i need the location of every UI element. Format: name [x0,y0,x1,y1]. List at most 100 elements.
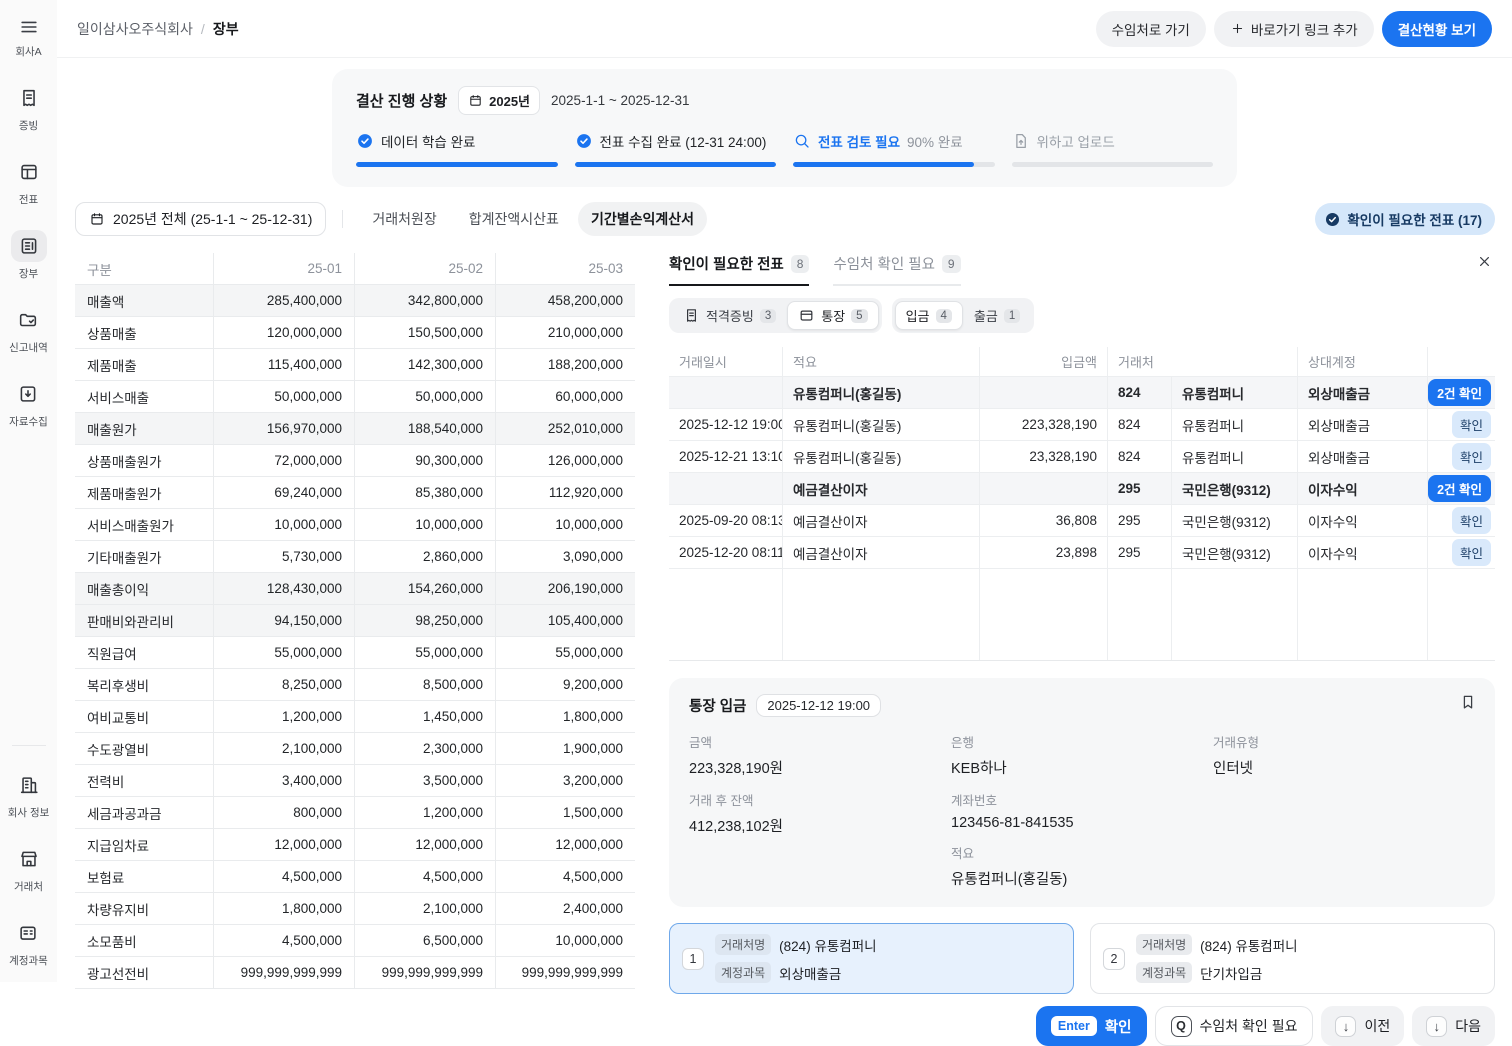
ledger-cell: 800,000 [213,797,354,828]
voucher-row[interactable]: 2025-09-20 08:13 예금결산이자 36,808 295 국민은행(… [669,505,1495,537]
progress-steps: 데이터 학습 완료 전표 수집 완료 (12-31 24:00) 전표 검토 필… [356,131,1213,167]
ledger-row-label: 판매비와관리비 [75,605,213,636]
next-button[interactable]: ↓ 다음 [1412,1006,1495,1046]
ledger-cell: 50,000,000 [213,381,354,412]
ledger-row-label: 상품매출 [75,317,213,348]
ledger-cell: 188,540,000 [354,413,495,444]
sidebar-item-company-info[interactable]: 회사 정보 [8,769,50,820]
suggestion-option-1[interactable]: 1 거래처명 (824) 유통컴퍼니 계정과목 외상매출금 [669,923,1074,994]
confirm-button[interactable]: 확인 [1452,539,1491,566]
go-client-button[interactable]: 수임처로 가기 [1096,11,1206,47]
year-selector-chip[interactable]: 2025년 [458,86,540,115]
enter-confirm-button[interactable]: Enter 확인 [1036,1006,1147,1046]
view-closing-status-button[interactable]: 결산현황 보기 [1382,11,1492,47]
filter-chip[interactable]: 출금 1 [963,301,1031,330]
add-shortcut-button[interactable]: 바로가기 링크 추가 [1214,11,1374,47]
top-header: 일이삼사오주식회사 / 장부 수임처로 가기 바로가기 링크 추가 결산현황 보… [57,0,1512,58]
detail-field: 적요 유통컴퍼니(홍길동) [951,843,1213,889]
voucher-desc: 예금결산이자 [783,537,980,568]
ledger-cell: 458,200,000 [495,285,635,316]
collect-icon [10,378,46,410]
client-check-needed-button[interactable]: Q 수임처 확인 필요 [1155,1006,1314,1046]
receipt-icon [683,307,700,324]
ledger-row-label: 여비교통비 [75,701,213,732]
col-datetime: 거래일시 [669,347,783,376]
voucher-table: 거래일시 적요 입금액 거래처 상대계정 유통컴퍼니(홍길동) 824 유통컴퍼… [669,347,1495,661]
sidebar-item-jeonpyo[interactable]: 전표 [11,156,47,207]
panel-tabs: 확인이 필요한 전표 8 수임처 확인 필요 9 [669,253,1495,286]
confirm-button[interactable]: 확인 [1452,411,1491,438]
date-range-chip[interactable]: 2025년 전체 (25-1-1 ~ 25-12-31) [75,202,326,236]
panel-tab-count: 9 [942,255,961,273]
prev-button[interactable]: ↓ 이전 [1321,1006,1404,1046]
ledger-view-tab[interactable]: 거래처원장 [359,202,449,236]
ledger-row: 제품매출 115,400,000 142,300,000 188,200,000 [75,349,635,381]
progress-step[interactable]: 전표 검토 필요 90% 완료 [793,131,995,167]
confirm-button[interactable]: 2건 확인 [1428,379,1491,406]
ledger-cell: 94,150,000 [213,605,354,636]
ledger-row: 매출총이익 128,430,000 154,260,000 206,190,00… [75,573,635,605]
passbook-icon [798,307,815,324]
ledger-cell: 1,450,000 [354,701,495,732]
ledger-row: 매출액 285,400,000 342,800,000 458,200,000 [75,285,635,317]
ledger-header-row: 구분 25-01 25-02 25-03 [75,253,635,285]
vouchers-need-check-badge[interactable]: 확인이 필요한 전표 (17) [1315,203,1495,235]
detail-field-value: 223,328,190원 [689,757,951,778]
sidebar-item-singo-naeyeok[interactable]: 신고내역 [9,304,48,355]
voucher-vendor: 국민은행(9312) [1172,537,1298,568]
voucher-row[interactable]: 예금결산이자 295 국민은행(9312) 이자수익 2건 확인 [669,473,1495,505]
sidebar-item-jaryo-sujip[interactable]: 자료수집 [9,378,48,429]
sidebar-item-jeungbing[interactable]: 증빙 [11,82,47,133]
ledger-cell: 2,100,000 [354,893,495,924]
sidebar-item-partners[interactable]: 거래처 [11,843,47,894]
ledger-table: 구분 25-01 25-02 25-03 매출액 285,400,000 342… [75,253,635,989]
bookmark-icon[interactable] [1459,693,1477,711]
ledger-cell: 156,970,000 [213,413,354,444]
panel-tab[interactable]: 수임처 확인 필요 9 [833,253,960,286]
panel-tab[interactable]: 확인이 필요한 전표 8 [669,253,809,286]
voucher-row[interactable]: 2025-12-12 19:00 유통컴퍼니(홍길동) 223,328,190 … [669,409,1495,441]
ledger-view-tab[interactable]: 합계잔액시산표 [456,202,572,236]
ledger-row-label: 제품매출 [75,349,213,380]
sidebar-item-jangbu[interactable]: 장부 [11,230,47,281]
ledger-cell: 2,300,000 [354,733,495,764]
ledger-cell: 4,500,000 [495,861,635,892]
calendar-icon [468,93,483,108]
ledger-cell: 252,010,000 [495,413,635,444]
ledger-row: 상품매출원가 72,000,000 90,300,000 126,000,000 [75,445,635,477]
breadcrumb-company[interactable]: 일이삼사오주식회사 [77,19,193,39]
confirm-button[interactable]: 확인 [1452,443,1491,470]
ledger-cell: 999,999,999,999 [495,957,635,988]
ledger-row: 전력비 3,400,000 3,500,000 3,200,000 [75,765,635,797]
ledger-row: 수도광열비 2,100,000 2,300,000 1,900,000 [75,733,635,765]
voucher-row[interactable]: 유통컴퍼니(홍길동) 824 유통컴퍼니 외상매출금 2건 확인 [669,377,1495,409]
filter-chip[interactable]: 적격증빙 3 [672,301,787,330]
ledger-cell: 4,500,000 [354,861,495,892]
calendar-icon [89,211,105,227]
detail-datetime-chip: 2025-12-12 19:00 [756,694,881,717]
voucher-row[interactable]: 2025-12-20 08:11 예금결산이자 23,898 295 국민은행(… [669,537,1495,569]
sidebar-item-accounts[interactable]: 계정과목 [9,917,48,968]
suggestion-options: 1 거래처명 (824) 유통컴퍼니 계정과목 외상매출금 2 거래처명 (82… [669,923,1495,994]
ledger-cell: 206,190,000 [495,573,635,604]
ledger-view-tab[interactable]: 기간별손익계산서 [578,202,707,236]
voucher-account: 외상매출금 [1298,409,1428,440]
filter-chip[interactable]: 통장 5 [787,301,878,330]
ledger-row-label: 세금과공과금 [75,797,213,828]
suggestion-option-2[interactable]: 2 거래처명 (824) 유통컴퍼니 계정과목 단기차입금 [1090,923,1495,994]
progress-step-bar [575,162,777,167]
close-icon[interactable] [1476,253,1493,270]
voucher-row[interactable]: 2025-12-21 13:10 유통컴퍼니(홍길동) 23,328,190 8… [669,441,1495,473]
confirm-button[interactable]: 2건 확인 [1428,475,1491,502]
filter-chip[interactable]: 입금 4 [895,301,963,330]
panel-filter-chips: 적격증빙 3 통장 5 입금 4 출금 1 [669,298,1495,333]
voucher-datetime: 2025-12-20 08:11 [669,537,783,568]
chip-label: 입금 [906,306,930,325]
search-icon [793,132,811,150]
ledger-row: 상품매출 120,000,000 150,500,000 210,000,000 [75,317,635,349]
option-field-value: 단기차입금 [1200,963,1262,983]
breadcrumb-page: 장부 [213,19,239,39]
confirm-button[interactable]: 확인 [1452,507,1491,534]
voucher-vendor: 유통컴퍼니 [1172,377,1298,408]
hamburger-menu-icon[interactable] [18,16,40,38]
